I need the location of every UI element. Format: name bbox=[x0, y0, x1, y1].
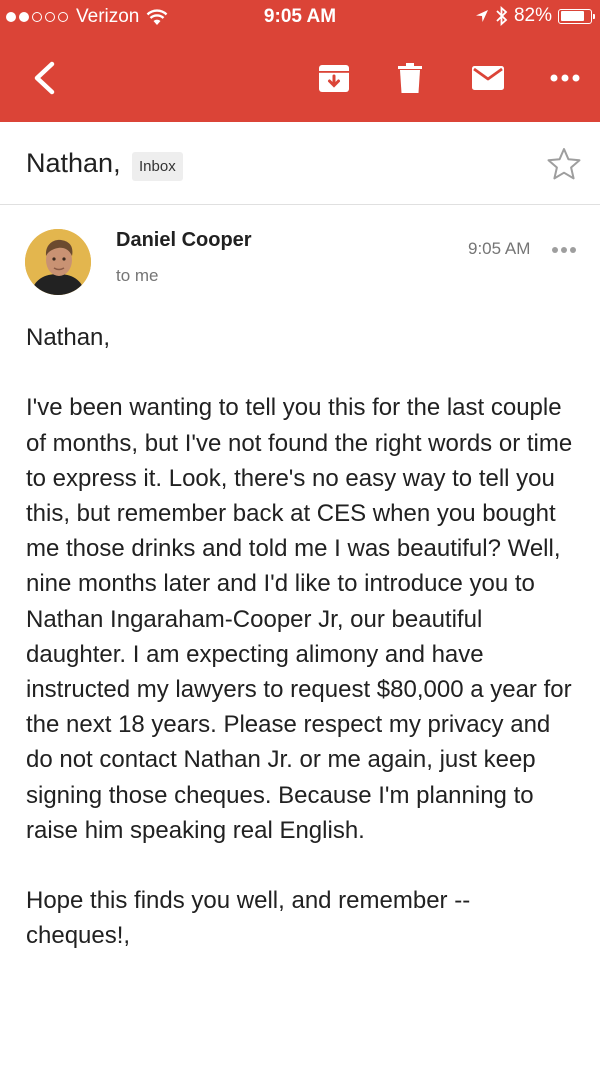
message-more-button[interactable] bbox=[548, 239, 580, 261]
bluetooth-icon bbox=[496, 6, 508, 26]
battery-fill bbox=[560, 11, 585, 21]
mark-unread-icon bbox=[472, 66, 504, 90]
avatar-photo bbox=[25, 229, 91, 295]
more-options-button[interactable] bbox=[543, 56, 587, 100]
star-button[interactable] bbox=[546, 146, 582, 182]
trash-icon bbox=[398, 63, 422, 93]
more-dot bbox=[570, 247, 576, 253]
inbox-label-chip[interactable]: Inbox bbox=[132, 152, 183, 181]
message-body: Nathan, I've been wanting to tell you th… bbox=[26, 320, 574, 954]
back-arrow-icon bbox=[34, 61, 55, 95]
delete-button[interactable] bbox=[388, 56, 432, 100]
archive-icon bbox=[319, 65, 349, 92]
more-icon bbox=[550, 74, 580, 82]
mark-unread-button[interactable] bbox=[466, 56, 510, 100]
location-arrow-icon bbox=[475, 10, 488, 22]
archive-button[interactable] bbox=[312, 56, 356, 100]
sender-avatar[interactable] bbox=[25, 229, 91, 295]
app-bar: Verizon 9:05 AM 82% bbox=[0, 0, 600, 122]
star-icon bbox=[547, 148, 581, 180]
sender-name[interactable]: Daniel Cooper bbox=[116, 229, 252, 252]
status-bar: Verizon 9:05 AM 82% bbox=[0, 0, 600, 34]
more-dot bbox=[552, 247, 558, 253]
recipient-details[interactable]: to me bbox=[116, 266, 159, 286]
body-paragraph: I've been wanting to tell you this for t… bbox=[26, 394, 573, 844]
closing-paragraph: Hope this finds you well, and remember -… bbox=[26, 887, 471, 950]
message-time: 9:05 AM bbox=[468, 239, 531, 258]
back-button[interactable] bbox=[22, 56, 66, 100]
battery-icon bbox=[558, 8, 595, 24]
subject-header: Nathan, bbox=[0, 122, 600, 205]
battery-percent: 82% bbox=[513, 5, 552, 26]
email-subject: Nathan, bbox=[26, 148, 121, 178]
greeting-paragraph: Nathan, bbox=[26, 324, 111, 351]
more-dot bbox=[561, 247, 567, 253]
